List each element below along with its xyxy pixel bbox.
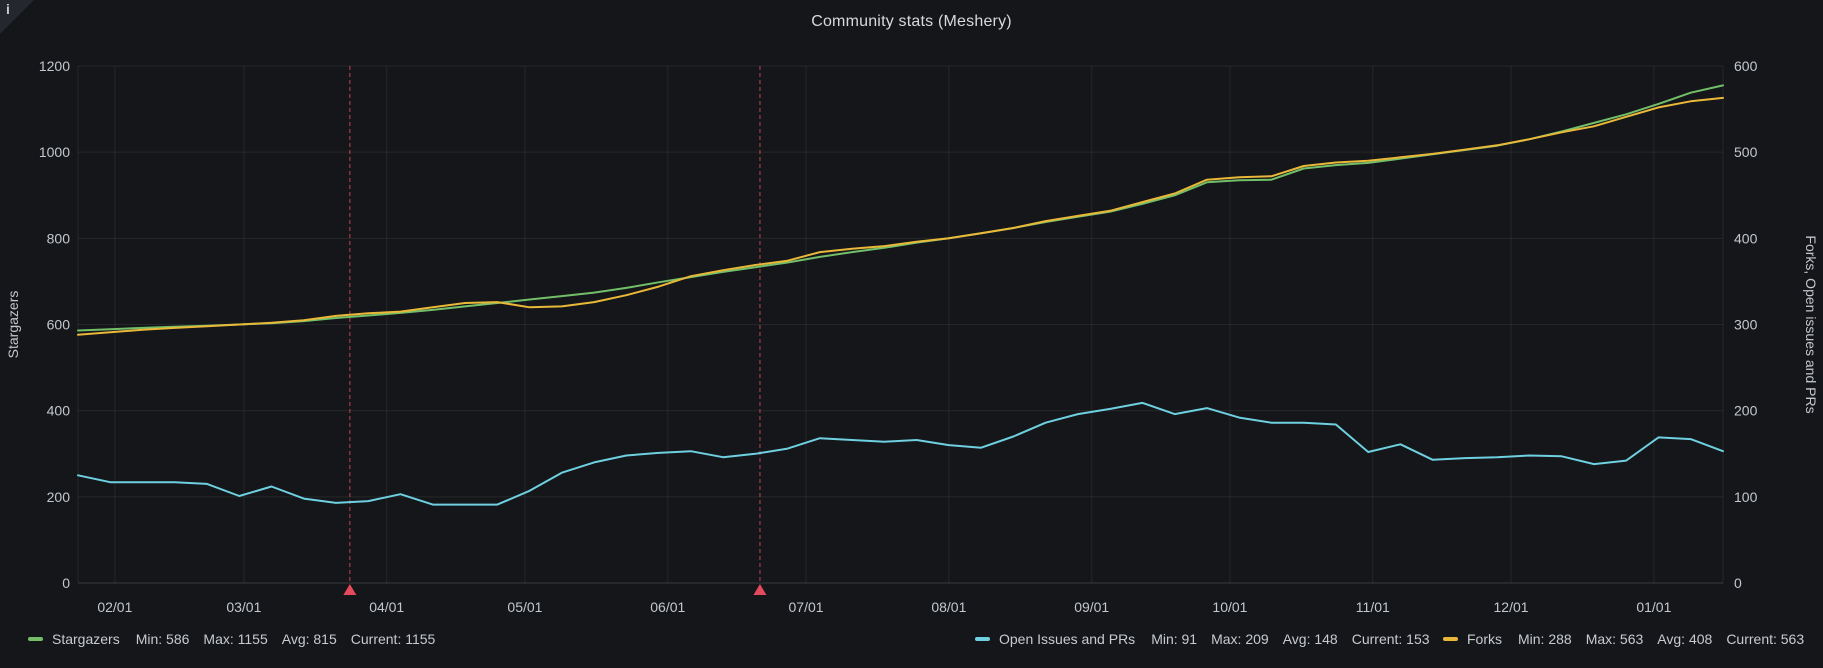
- x-axis-tick-label: 01/01: [1636, 599, 1671, 615]
- x-axis-tick-label: 06/01: [650, 599, 685, 615]
- chart-svg[interactable]: 0 200 400 600 800 1000 1200 0 100 200 300 400 500 600…: [0, 0, 1823, 668]
- legend-stat-avg: Avg: 815: [282, 631, 337, 647]
- x-axis-tick-label: 03/01: [226, 599, 261, 615]
- legend-stat-max: Max: 1155: [203, 631, 267, 647]
- legend: Stargazers Min: 586 Max: 1155 Avg: 815 Curre…: [0, 629, 1823, 655]
- legend-swatch[interactable]: [1443, 637, 1458, 641]
- panel: i Community stats (Meshery) 020040060080…: [0, 0, 1823, 668]
- left-axis-tick-label: 400: [47, 403, 71, 419]
- legend-stat-min: Min: 91: [1151, 631, 1197, 647]
- panel-title[interactable]: Community stats (Meshery): [0, 13, 1823, 31]
- right-axis-tick-label: 400: [1734, 230, 1758, 246]
- legend-stat-avg: Avg: 408: [1657, 631, 1712, 647]
- right-axis-tick-label: 200: [1734, 403, 1758, 419]
- legend-swatch[interactable]: [975, 637, 990, 641]
- left-axis-tick-label: 1000: [39, 144, 70, 160]
- legend-stat-max: Max: 563: [1586, 631, 1644, 647]
- x-axis-tick-label: 08/01: [931, 599, 966, 615]
- legend-series-name[interactable]: Forks: [1467, 631, 1502, 647]
- right-axis-tick-label: 500: [1734, 144, 1758, 160]
- series-line-stargazers: [78, 85, 1723, 330]
- legend-stat-current: Current: 153: [1352, 631, 1430, 647]
- legend-item-stargazers[interactable]: Stargazers Min: 586 Max: 1155 Avg: 815 Curre…: [28, 629, 435, 649]
- right-axis-title: Forks, Open issues and PRs: [1803, 235, 1819, 413]
- x-axis-tick-label: 10/01: [1212, 599, 1247, 615]
- legend-stat-min: Min: 288: [1518, 631, 1572, 647]
- x-axis-tick-label: 07/01: [789, 599, 824, 615]
- right-axis-tick-label: 300: [1734, 317, 1758, 333]
- legend-stat-current: Current: 1155: [351, 631, 436, 647]
- legend-stat-current: Current: 563: [1726, 631, 1804, 647]
- legend-stat-avg: Avg: 148: [1283, 631, 1338, 647]
- series-line-open-issues-and-prs: [78, 403, 1723, 505]
- left-axis-tick-label: 1200: [39, 58, 70, 74]
- series-line-forks: [78, 98, 1723, 335]
- annotation-marker[interactable]: [753, 584, 766, 595]
- x-axis-tick-label: 02/01: [97, 599, 132, 615]
- x-axis-tick-label: 04/01: [369, 599, 404, 615]
- legend-stat-min: Min: 586: [136, 631, 190, 647]
- x-axis-tick-label: 05/01: [507, 599, 542, 615]
- right-axis-tick-label: 0: [1734, 575, 1742, 591]
- legend-item-open-issues-and-prs[interactable]: Open Issues and PRs Min: 91 Max: 209 Avg: 1…: [975, 629, 1430, 649]
- left-axis-tick-label: 800: [47, 230, 71, 246]
- left-axis-tick-label: 0: [62, 575, 70, 591]
- left-axis-title: Stargazers: [5, 291, 21, 359]
- right-axis-tick-label: 600: [1734, 58, 1758, 74]
- annotation-marker[interactable]: [343, 584, 356, 595]
- legend-stat-max: Max: 209: [1211, 631, 1269, 647]
- legend-series-name[interactable]: Open Issues and PRs: [999, 631, 1135, 647]
- x-axis-tick-label: 11/01: [1356, 599, 1390, 615]
- left-axis-tick-label: 200: [47, 489, 71, 505]
- legend-series-name[interactable]: Stargazers: [52, 631, 120, 647]
- x-axis-tick-label: 12/01: [1494, 599, 1529, 615]
- left-axis-tick-label: 600: [47, 317, 71, 333]
- legend-swatch[interactable]: [28, 637, 43, 641]
- x-axis-tick-label: 09/01: [1074, 599, 1109, 615]
- right-axis-tick-label: 100: [1734, 489, 1758, 505]
- legend-item-forks[interactable]: Forks Min: 288 Max: 563 Avg: 408 Current: 56…: [1443, 629, 1804, 649]
